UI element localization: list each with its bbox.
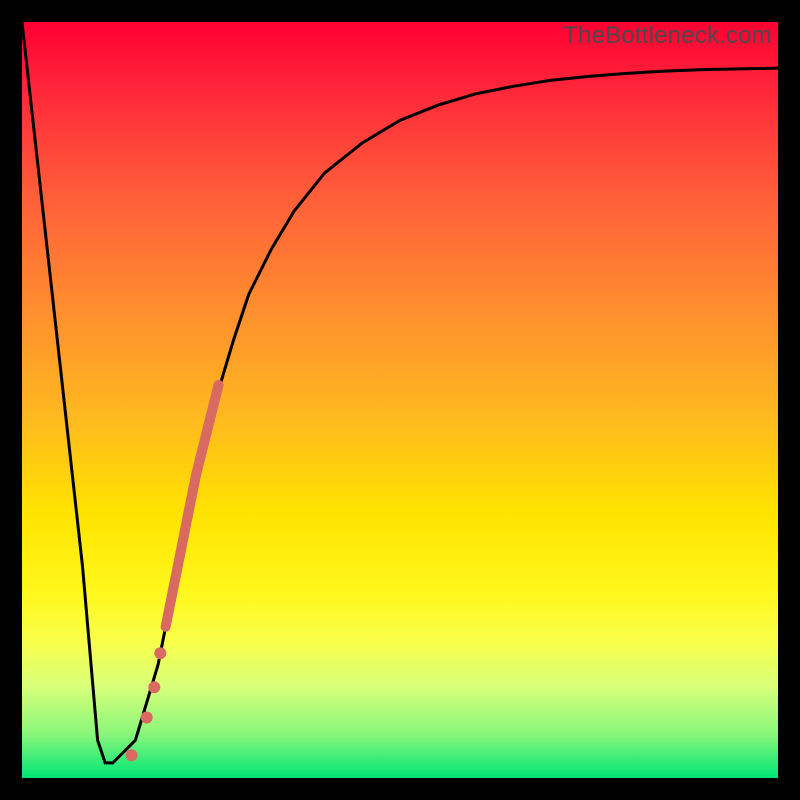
curve-marker [154, 647, 166, 659]
highlighted-segment [166, 385, 219, 627]
curve-marker [126, 749, 138, 761]
curve-marker [141, 712, 153, 724]
curve-markers [126, 647, 167, 761]
watermark-text: TheBottleneck.com [563, 22, 772, 50]
chart-frame: TheBottleneck.com [0, 0, 800, 800]
chart-svg [22, 22, 778, 778]
plot-area: TheBottleneck.com [22, 22, 778, 778]
bottleneck-curve [22, 22, 778, 763]
curve-marker [148, 681, 160, 693]
